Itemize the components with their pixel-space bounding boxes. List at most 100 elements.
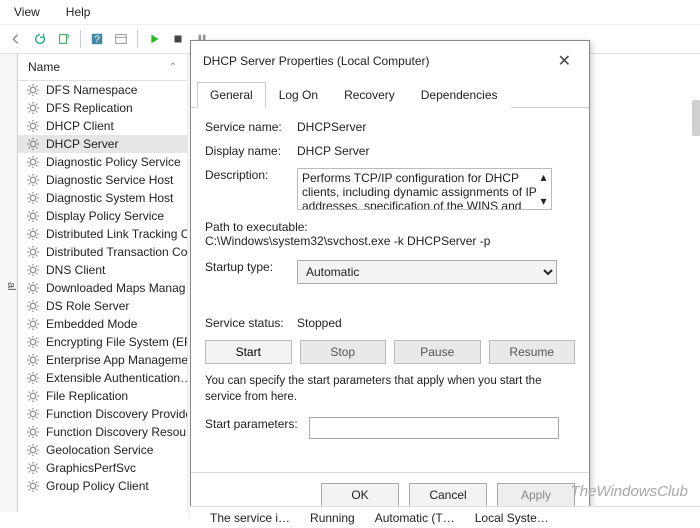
column-header-label: Name	[28, 60, 60, 74]
dialog-body: Service name: DHCPServer Display name: D…	[191, 108, 589, 472]
dialog-tabs: GeneralLog OnRecoveryDependencies	[191, 81, 589, 108]
service-item[interactable]: DHCP Client	[18, 117, 187, 135]
service-label: Extensible Authentication…	[46, 371, 187, 385]
service-label: Distributed Transaction Co…	[46, 245, 187, 259]
status-cell: Local Syste…	[475, 511, 549, 525]
label-startup: Startup type:	[205, 260, 297, 274]
description-text: Performs TCP/IP configuration for DHCP c…	[302, 171, 537, 210]
dialog-titlebar: DHCP Server Properties (Local Computer) …	[191, 41, 589, 81]
service-label: Function Discovery Provide…	[46, 407, 187, 421]
svg-text:?: ?	[94, 34, 100, 46]
status-cell: The service i…	[210, 511, 290, 525]
dialog-title: DHCP Server Properties (Local Computer)	[203, 54, 430, 68]
service-label: DHCP Server	[46, 137, 118, 151]
service-label: Diagnostic Service Host	[46, 173, 173, 187]
properties-icon[interactable]	[111, 29, 131, 49]
service-item[interactable]: Encrypting File System (EF…	[18, 333, 187, 351]
service-item[interactable]: DHCP Server	[18, 135, 187, 153]
parameters-note: You can specify the start parameters tha…	[205, 374, 575, 405]
service-item[interactable]: Function Discovery Resou…	[18, 423, 187, 441]
service-label: DS Role Server	[46, 299, 129, 313]
service-item[interactable]: Diagnostic System Host	[18, 189, 187, 207]
service-item[interactable]: Display Policy Service	[18, 207, 187, 225]
label-service-name: Service name:	[205, 120, 297, 134]
start-button[interactable]: Start	[205, 340, 292, 364]
service-item[interactable]: Group Policy Client	[18, 477, 187, 495]
services-column: Name ⌃ DFS Namespace DFS Replication DHCP …	[18, 54, 188, 512]
service-label: Diagnostic Policy Service	[46, 155, 181, 169]
menu-help[interactable]: Help	[62, 3, 95, 21]
service-label: Enterprise App Manageme…	[46, 353, 187, 367]
service-label: DNS Client	[46, 263, 105, 277]
apply-button[interactable]: Apply	[497, 483, 575, 507]
cancel-button[interactable]: Cancel	[409, 483, 487, 507]
service-item[interactable]: DFS Namespace	[18, 81, 187, 99]
service-label: File Replication	[46, 389, 128, 403]
label-params: Start parameters:	[205, 417, 309, 431]
status-cell: Running	[310, 511, 355, 525]
services-list: DFS Namespace DFS Replication DHCP Client D…	[18, 81, 187, 495]
service-item[interactable]: Embedded Mode	[18, 315, 187, 333]
tab-general[interactable]: General	[197, 82, 266, 108]
service-label: DFS Replication	[46, 101, 133, 115]
start-parameters-input[interactable]	[309, 417, 559, 439]
service-item[interactable]: File Replication	[18, 387, 187, 405]
column-header-name[interactable]: Name ⌃	[18, 54, 187, 81]
status-cell: Automatic (T…	[375, 511, 455, 525]
tab-recovery[interactable]: Recovery	[331, 82, 408, 108]
resume-button: Resume	[489, 340, 576, 364]
ok-button[interactable]: OK	[321, 483, 399, 507]
service-item[interactable]: DNS Client	[18, 261, 187, 279]
menubar: View Help	[0, 0, 700, 25]
play-icon[interactable]	[144, 29, 164, 49]
service-item[interactable]: Downloaded Maps Manag…	[18, 279, 187, 297]
service-label: Display Policy Service	[46, 209, 164, 223]
value-display-name: DHCP Server	[297, 144, 575, 158]
label-status: Service status:	[205, 316, 297, 330]
value-status: Stopped	[297, 316, 575, 330]
service-item[interactable]: DFS Replication	[18, 99, 187, 117]
description-scrollbar[interactable]: ▴▾	[537, 170, 550, 208]
tab-log-on[interactable]: Log On	[266, 82, 331, 108]
service-label: DFS Namespace	[46, 83, 137, 97]
service-label: Distributed Link Tracking Cl…	[46, 227, 187, 241]
export-icon[interactable]	[54, 29, 74, 49]
service-label: Group Policy Client	[46, 479, 149, 493]
sort-indicator-icon: ⌃	[169, 62, 177, 73]
service-item[interactable]: Diagnostic Service Host	[18, 171, 187, 189]
help-icon[interactable]: ?	[87, 29, 107, 49]
service-item[interactable]: Enterprise App Manageme…	[18, 351, 187, 369]
stop-button: Stop	[300, 340, 387, 364]
properties-dialog: DHCP Server Properties (Local Computer) …	[190, 40, 590, 518]
scrollbar-thumb[interactable]	[692, 100, 700, 136]
close-icon[interactable]: ✕	[552, 49, 577, 73]
service-label: Diagnostic System Host	[46, 191, 173, 205]
menu-view[interactable]: View	[10, 3, 44, 21]
status-bar: The service i… Running Automatic (T… Local …	[190, 506, 700, 528]
value-path: C:\Windows\system32\svchost.exe -k DHCPS…	[205, 234, 575, 248]
label-path: Path to executable:	[205, 220, 575, 234]
tab-dependencies[interactable]: Dependencies	[408, 82, 511, 108]
service-label: Encrypting File System (EF…	[46, 335, 187, 349]
service-item[interactable]: Distributed Transaction Co…	[18, 243, 187, 261]
back-icon[interactable]	[6, 29, 26, 49]
service-item[interactable]: Extensible Authentication…	[18, 369, 187, 387]
refresh-icon[interactable]	[30, 29, 50, 49]
service-label: GraphicsPerfSvc	[46, 461, 136, 475]
service-label: Downloaded Maps Manag…	[46, 281, 187, 295]
pause-button: Pause	[394, 340, 481, 364]
service-item[interactable]: GraphicsPerfSvc	[18, 459, 187, 477]
service-item[interactable]: Diagnostic Policy Service	[18, 153, 187, 171]
service-label: Embedded Mode	[46, 317, 137, 331]
service-item[interactable]: Distributed Link Tracking Cl…	[18, 225, 187, 243]
service-item[interactable]: Function Discovery Provide…	[18, 405, 187, 423]
service-item[interactable]: DS Role Server	[18, 297, 187, 315]
stop-icon[interactable]	[168, 29, 188, 49]
startup-type-select[interactable]: Automatic	[297, 260, 557, 284]
description-box[interactable]: Performs TCP/IP configuration for DHCP c…	[297, 168, 552, 210]
left-panel-stub: al	[0, 54, 18, 512]
service-item[interactable]: Geolocation Service	[18, 441, 187, 459]
label-display-name: Display name:	[205, 144, 297, 158]
service-label: DHCP Client	[46, 119, 114, 133]
service-label: Geolocation Service	[46, 443, 153, 457]
